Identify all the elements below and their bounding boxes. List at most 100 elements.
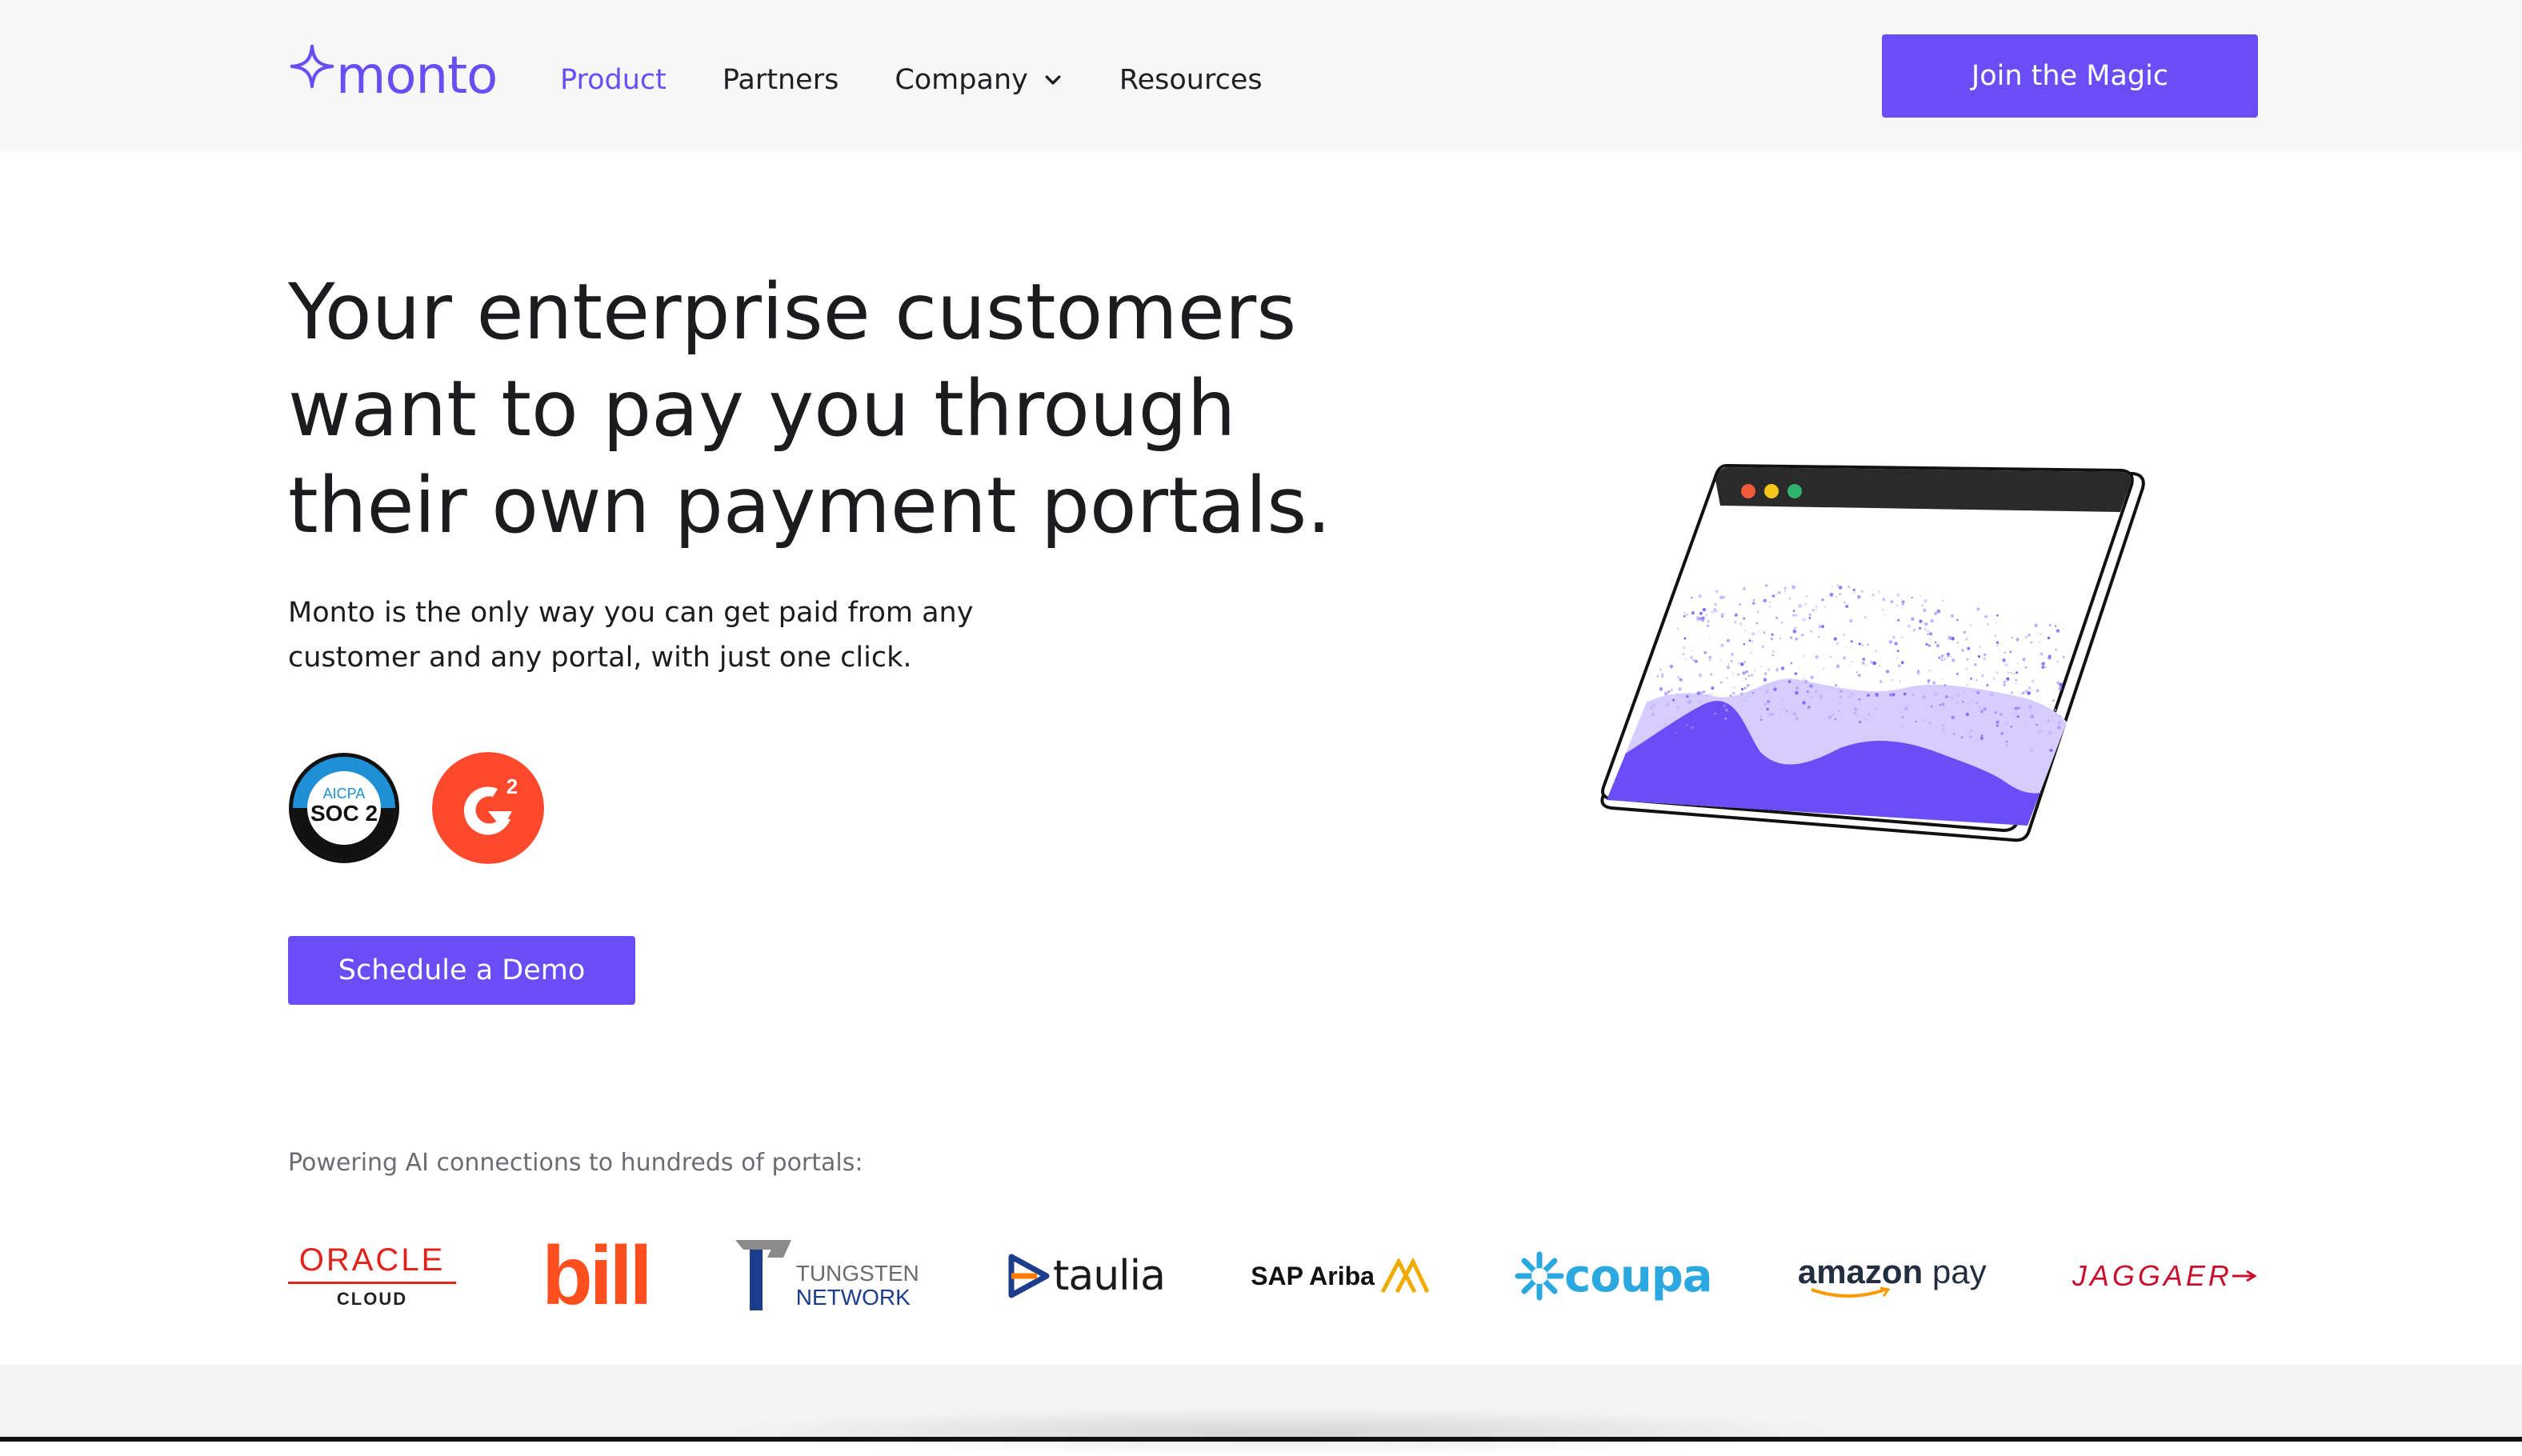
- speckle-dot: [2058, 721, 2062, 724]
- hero-title-line: want to pay you through: [288, 364, 1236, 454]
- speckle-dot: [1748, 639, 1751, 642]
- speckle-dot: [1787, 597, 1791, 601]
- speckle-dot: [1719, 707, 1723, 710]
- speckle-dot: [1780, 666, 1785, 670]
- speckle-dot: [1928, 644, 1932, 647]
- speckle-dot: [1705, 614, 1707, 617]
- speckle-dot: [1775, 669, 1779, 672]
- speckle-dot: [1884, 614, 1886, 615]
- speckle-dot: [1773, 687, 1777, 691]
- speckle-dot: [1802, 654, 1804, 658]
- speckle-dot: [2010, 691, 2014, 694]
- speckle-dot: [1711, 694, 1713, 695]
- speckle-dot: [1751, 692, 1754, 694]
- window-minimize-dot: [1764, 484, 1779, 498]
- speckle-dot: [1696, 691, 1701, 695]
- speckle-dot: [1790, 662, 1793, 665]
- speckle-dot: [1751, 602, 1755, 606]
- speckle-dot: [1689, 655, 1693, 659]
- speckle-dot: [1966, 658, 1969, 661]
- speckle-dot: [1855, 671, 1858, 674]
- speckle-dot: [1714, 712, 1717, 715]
- speckle-dot: [1753, 599, 1755, 602]
- speckle-dot: [1691, 726, 1695, 730]
- speckle-dot: [1976, 690, 1980, 694]
- speckle-dot: [1748, 695, 1751, 698]
- speckle-dot: [1850, 647, 1852, 649]
- nav-item-company[interactable]: Company: [895, 64, 1063, 96]
- speckle-dot: [1818, 625, 1822, 629]
- speckle-dot: [2016, 638, 2020, 642]
- speckle-dot: [2028, 686, 2032, 690]
- speckle-dot: [1708, 636, 1711, 638]
- speckle-dot: [1663, 691, 1668, 696]
- nav-item-resources[interactable]: Resources: [1119, 64, 1263, 96]
- speckle-dot: [1848, 664, 1851, 666]
- speckle-dot: [1934, 641, 1937, 644]
- speckle-dot: [1951, 697, 1954, 700]
- speckle-dot: [1900, 680, 1902, 682]
- speckle-dot: [1730, 659, 1733, 662]
- speckle-dot: [2006, 741, 2008, 743]
- speckle-dot: [1994, 634, 1996, 637]
- speckle-dot: [1928, 722, 1932, 724]
- speckle-dot: [1980, 710, 1984, 714]
- speckle-dot: [1934, 611, 1938, 615]
- speckle-dot: [2063, 628, 2065, 630]
- tungsten-line1: TUNGSTEN: [795, 1261, 919, 1286]
- speckle-dot: [1907, 624, 1912, 628]
- nav-item-product[interactable]: Product: [560, 64, 667, 96]
- speckle-dot: [1760, 666, 1762, 667]
- coupa-text: coupa: [1564, 1250, 1712, 1302]
- speckle-dot: [1747, 684, 1750, 687]
- speckle-dot: [1852, 592, 1855, 594]
- speckle-dot: [2047, 719, 2050, 722]
- speckle-dot: [1751, 640, 1754, 643]
- speckle-dot: [1755, 622, 1759, 625]
- card-shadow: [720, 1408, 1840, 1456]
- speckle-dot: [1765, 690, 1768, 694]
- speckle-dot: [2024, 666, 2028, 669]
- speckle-dot: [1818, 635, 1820, 638]
- speckle-dot: [2052, 699, 2055, 702]
- certification-badges: AICPA SOC 2 2: [288, 752, 576, 864]
- speckle-dot: [1881, 609, 1884, 611]
- speckle-dot: [2013, 673, 2015, 675]
- speckle-dot: [1687, 614, 1688, 616]
- speckle-dot: [1795, 614, 1798, 617]
- speckle-dot: [1683, 653, 1684, 655]
- speckle-dot: [1802, 618, 1806, 622]
- schedule-demo-button[interactable]: Schedule a Demo: [288, 936, 635, 1005]
- window-maximize-dot: [1787, 484, 1802, 498]
- speckle-dot: [1653, 619, 1655, 622]
- speckle-dot: [1996, 622, 1998, 623]
- speckle-dot: [1875, 650, 1877, 653]
- speckle-dot: [1919, 626, 1922, 630]
- hero-subtitle: Monto is the only way you can get paid f…: [288, 590, 1008, 680]
- nav-item-partners[interactable]: Partners: [723, 64, 839, 96]
- speckle-dot: [1878, 590, 1880, 593]
- speckle-dot: [1709, 710, 1711, 713]
- speckle-dot: [1843, 602, 1846, 603]
- speckle-dot: [1667, 702, 1669, 706]
- monto-logo[interactable]: monto: [290, 40, 498, 112]
- speckle-dot: [2048, 730, 2052, 735]
- speckle-dot: [1928, 669, 1931, 672]
- portal-logos: ORACLE CLOUD bill TUNGSTEN NETWORK tauli…: [288, 1224, 2256, 1328]
- speckle-dot: [1912, 694, 1915, 696]
- speckle-dot: [1804, 602, 1807, 606]
- speckle-dot: [1743, 661, 1747, 663]
- speckle-dot: [1787, 680, 1791, 683]
- join-the-magic-button[interactable]: Join the Magic: [1882, 34, 2258, 118]
- speckle-dot: [1904, 706, 1908, 710]
- speckle-dot: [1831, 586, 1833, 587]
- speckle-dot: [1871, 594, 1875, 597]
- speckle-dot: [1740, 687, 1744, 691]
- speckle-dot: [1744, 630, 1747, 631]
- speckle-dot: [1996, 720, 2000, 724]
- speckle-dot: [1897, 618, 1900, 622]
- speckle-dot: [1691, 650, 1693, 652]
- speckle-dot: [1924, 628, 1927, 630]
- sap-ariba-text: SAP Ariba: [1251, 1261, 1375, 1290]
- speckle-dot: [1900, 726, 1903, 729]
